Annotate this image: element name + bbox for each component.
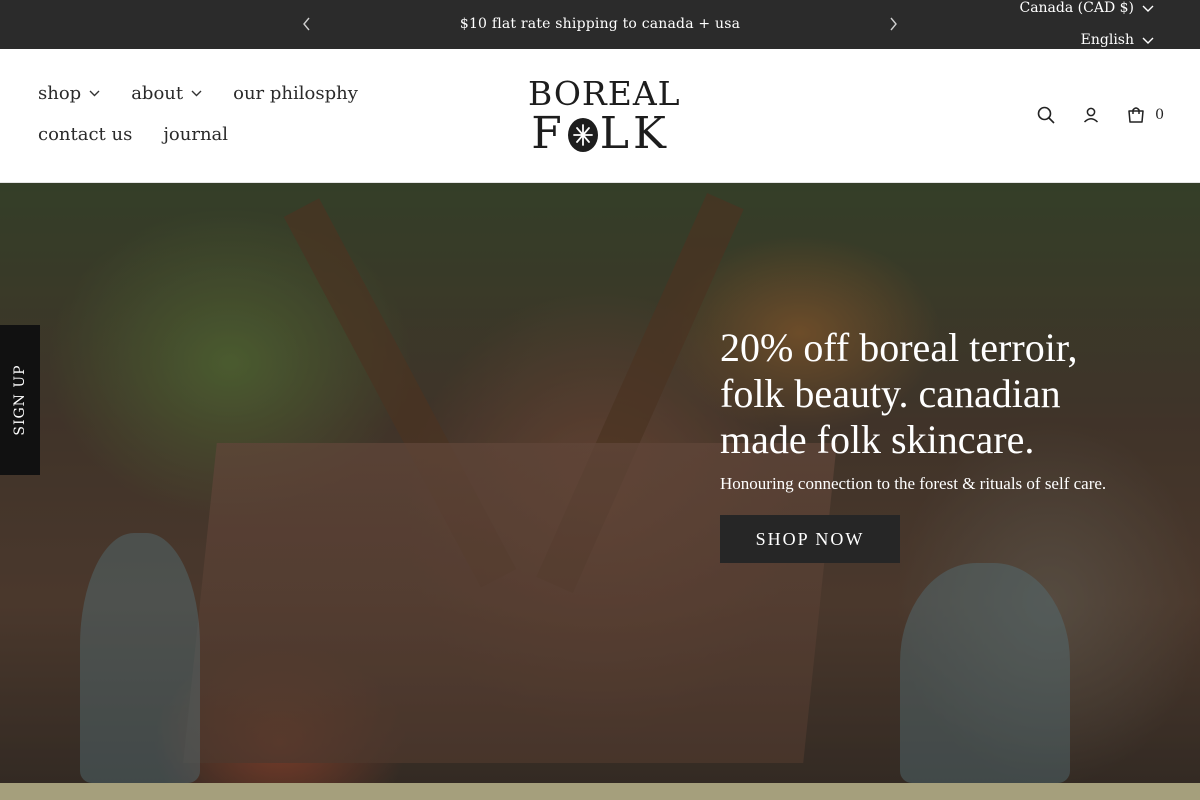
cart-icon[interactable] [1126, 105, 1146, 125]
footer-strip [0, 783, 1200, 800]
signup-tab-label: SIGN UP [12, 364, 28, 436]
country-selector[interactable]: Canada (CAD $) [1019, 0, 1154, 16]
chevron-down-icon [1142, 5, 1154, 12]
chevron-down-icon [1142, 37, 1154, 44]
cart-count[interactable]: 0 [1155, 107, 1164, 123]
search-icon[interactable] [1036, 105, 1056, 125]
nav-item-label: about [131, 82, 184, 104]
shop-now-button[interactable]: SHOP NOW [720, 515, 900, 563]
language-selector[interactable]: English [1081, 32, 1154, 48]
nav-item-contact[interactable]: contact us [38, 124, 132, 145]
hero-title: 20% off boreal terroir, folk beauty. can… [720, 325, 1078, 462]
nav-item-shop[interactable]: shop [38, 83, 100, 104]
main-nav: shop about our philosphy contact us jour… [38, 81, 458, 163]
nav-item-about[interactable]: about [131, 83, 202, 104]
signup-tab[interactable]: SIGN UP [0, 325, 40, 475]
nav-item-label: journal [163, 123, 229, 145]
nav-item-label: our philosphy [233, 82, 358, 104]
flower-emblem-icon [567, 118, 598, 152]
user-icon[interactable] [1081, 105, 1101, 125]
logo-line-2-left: F [531, 108, 566, 159]
nav-item-label: shop [38, 82, 82, 104]
logo-line-2: F LK [528, 112, 673, 156]
nav-item-label: contact us [38, 123, 133, 145]
announcement-bar: $10 flat rate shipping to canada + usa C… [0, 0, 1200, 49]
chevron-right-icon[interactable] [885, 15, 901, 33]
logo-line-2-right: LK [599, 108, 670, 159]
nav-item-journal[interactable]: journal [163, 124, 228, 145]
chevron-down-icon [191, 90, 202, 97]
logo-line-1: BOREAL [528, 74, 681, 113]
chevron-down-icon [89, 90, 100, 97]
language-label: English [1080, 32, 1134, 48]
nav-item-philosophy[interactable]: our philosphy [233, 83, 358, 104]
header-actions: 0 [1011, 105, 1164, 125]
hero-content: 20% off boreal terroir, folk beauty. can… [720, 325, 1140, 563]
site-logo[interactable]: BOREAL F LK [528, 74, 681, 156]
hero-banner: 20% off boreal terroir, folk beauty. can… [0, 183, 1200, 783]
country-label: Canada (CAD $) [1019, 0, 1134, 16]
site-header: shop about our philosphy contact us jour… [0, 49, 1200, 183]
announcement-message[interactable]: $10 flat rate shipping to canada + usa [0, 16, 1200, 32]
hero-subtitle: Honouring connection to the forest & rit… [720, 474, 1107, 493]
